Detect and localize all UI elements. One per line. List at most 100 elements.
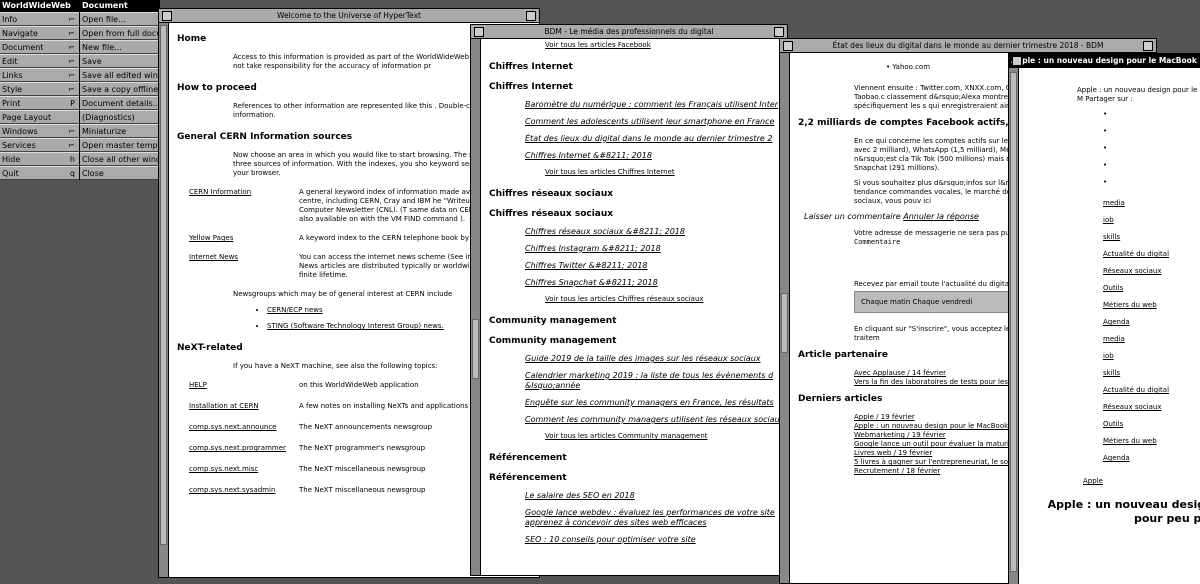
menu-item-new-file-[interactable]: New file...: [80, 40, 159, 54]
next-link[interactable]: comp.sys.next.sysadmin: [189, 486, 299, 495]
menu-item-label: Print: [2, 99, 21, 108]
worldwideweb-menu: WorldWideWeb Info ⌐ Navigate ⌐ Document ⌐ Edit…: [0, 0, 80, 180]
category-link[interactable]: iob: [1103, 348, 1200, 365]
category-link[interactable]: iob: [1103, 212, 1200, 229]
menu-item-windows[interactable]: Windows ⌐: [0, 124, 79, 138]
category-link[interactable]: skills: [1103, 229, 1200, 246]
scrollbar[interactable]: [1009, 68, 1019, 584]
menu-item-save-all-edited-windo[interactable]: Save all edited windo: [80, 68, 159, 82]
newsgroup-link[interactable]: STING (Software Technology Interest Grou…: [267, 322, 444, 330]
article-link[interactable]: État des lieux du digital dans le monde …: [525, 134, 783, 144]
menu-item-open-from-full-docum[interactable]: Open from full docum: [80, 26, 159, 40]
category-link[interactable]: Réseaux sociaux: [1103, 399, 1200, 416]
scroll-thumb[interactable]: [472, 319, 479, 379]
menu-item-page-layout[interactable]: Page Layout: [0, 110, 79, 124]
next-link[interactable]: comp.sys.next.programmer: [189, 444, 299, 453]
window-titlebar[interactable]: BDM - Le média des professionnels du dig…: [471, 25, 787, 39]
article-link[interactable]: Guide 2019 de la taille des images sur l…: [525, 354, 783, 364]
category-link[interactable]: skills: [1103, 365, 1200, 382]
article-link[interactable]: Chiffres Instagram &#8211; 2018: [525, 244, 783, 254]
scroll-thumb[interactable]: [1010, 72, 1017, 572]
scroll-thumb[interactable]: [160, 25, 167, 545]
miniaturize-button[interactable]: [474, 27, 484, 37]
menu-item-miniaturize[interactable]: Miniaturize: [80, 124, 159, 138]
see-all-link[interactable]: Voir tous les articles Chiffres réseaux …: [545, 295, 783, 304]
menu-item-navigate[interactable]: Navigate ⌐: [0, 26, 79, 40]
window-title: Apple : un nouveau design pour le MacBoo…: [1011, 56, 1200, 65]
close-button[interactable]: [774, 27, 784, 37]
source-link[interactable]: Internet News: [189, 253, 299, 280]
window-titlebar[interactable]: État des lieux du digital dans le monde …: [780, 39, 1156, 53]
menu-item--diagnostics-[interactable]: (Diagnostics): [80, 110, 159, 124]
menu-item-close-all-other-windo[interactable]: Close all other windo: [80, 152, 159, 166]
category-link[interactable]: Réseaux sociaux: [1103, 263, 1200, 280]
next-link[interactable]: comp.sys.next.announce: [189, 423, 299, 432]
article-link[interactable]: Baromètre du numérique : comment les Fra…: [525, 100, 783, 110]
close-button[interactable]: [526, 11, 536, 21]
menu-item-save[interactable]: Save: [80, 54, 159, 68]
category-link[interactable]: media: [1103, 195, 1200, 212]
article-link[interactable]: Calendrier marketing 2019 : la liste de …: [525, 371, 783, 391]
next-link[interactable]: Installation at CERN: [189, 402, 299, 411]
menu-item-print[interactable]: Print P: [0, 96, 79, 110]
window-titlebar[interactable]: Welcome to the Universe of HyperText: [159, 9, 539, 23]
miniaturize-button[interactable]: [783, 41, 793, 51]
article-link[interactable]: Chiffres réseaux sociaux &#8211; 2018: [525, 227, 783, 237]
menu-shortcut: ⌐: [68, 127, 75, 136]
menu-item-open-master-template[interactable]: Open master template: [80, 138, 159, 152]
article-link[interactable]: Chiffres Snapchat &#8211; 2018: [525, 278, 783, 288]
menu-item-quit[interactable]: Quit q: [0, 166, 79, 180]
category-link[interactable]: Métiers du web: [1103, 433, 1200, 450]
menu-item-document-details-[interactable]: Document details...: [80, 96, 159, 110]
category-link[interactable]: Actualité du digital: [1103, 246, 1200, 263]
article-link[interactable]: Comment les community managers utilisent…: [525, 415, 783, 425]
apple-link[interactable]: Apple: [1083, 477, 1200, 486]
menu-item-label: Style: [2, 85, 23, 94]
miniaturize-button[interactable]: [1012, 56, 1022, 66]
link-all-facebook[interactable]: Voir tous les articles Facebook: [545, 41, 783, 50]
source-link[interactable]: Yellow Pages: [189, 234, 299, 243]
menu-item-info[interactable]: Info ⌐: [0, 12, 79, 26]
menu-item-services[interactable]: Services ⌐: [0, 138, 79, 152]
scrollbar[interactable]: [780, 53, 790, 583]
menu-item-links[interactable]: Links ⌐: [0, 68, 79, 82]
menu-item-edit[interactable]: Edit ⌐: [0, 54, 79, 68]
close-button[interactable]: [1143, 41, 1153, 51]
category-link[interactable]: Actualité du digital: [1103, 382, 1200, 399]
cancel-reply-link[interactable]: Annuler la réponse: [903, 212, 979, 221]
article-link[interactable]: Chiffres Twitter &#8211; 2018: [525, 261, 783, 271]
article-link[interactable]: Google lance webdev : évaluez les perfor…: [525, 508, 783, 528]
bullet-dot: •: [1103, 127, 1108, 135]
article-link[interactable]: Le salaire des SEO en 2018: [525, 491, 783, 501]
category-link[interactable]: Outils: [1103, 416, 1200, 433]
menu-item-close[interactable]: Close: [80, 166, 159, 180]
category-link[interactable]: Agenda: [1103, 450, 1200, 467]
next-link[interactable]: HELP: [189, 381, 299, 390]
menu-item-save-a-copy-offline[interactable]: Save a copy offline: [80, 82, 159, 96]
scrollbar[interactable]: [471, 39, 481, 575]
category-link[interactable]: Métiers du web: [1103, 297, 1200, 314]
window-titlebar[interactable]: Apple : un nouveau design pour le MacBoo…: [1009, 54, 1200, 68]
source-link[interactable]: CERN Information: [189, 188, 299, 224]
window-title: Welcome to the Universe of HyperText: [277, 11, 421, 20]
menu-item-open-file-[interactable]: Open file...: [80, 12, 159, 26]
scroll-thumb[interactable]: [781, 293, 788, 353]
article-link[interactable]: Chiffres Internet &#8211; 2018: [525, 151, 783, 161]
apple-article-title: Apple : un nouveau design pour peu plu: [1047, 498, 1200, 525]
article-link[interactable]: Comment les adolescents utilisent leur s…: [525, 117, 783, 127]
menu-item-hide[interactable]: Hide h: [0, 152, 79, 166]
see-all-link[interactable]: Voir tous les articles Community managem…: [545, 432, 783, 441]
miniaturize-button[interactable]: [162, 11, 172, 21]
article-link[interactable]: SEO : 10 conseils pour optimiser votre s…: [525, 535, 783, 545]
next-link[interactable]: comp.sys.next.misc: [189, 465, 299, 474]
category-link[interactable]: Outils: [1103, 280, 1200, 297]
menu-item-document[interactable]: Document ⌐: [0, 40, 79, 54]
see-all-link[interactable]: Voir tous les articles Chiffres Internet: [545, 168, 783, 177]
category-link[interactable]: Agenda: [1103, 314, 1200, 331]
leave-comment: Laisser un commentaire: [804, 212, 901, 221]
menu-item-style[interactable]: Style ⌐: [0, 82, 79, 96]
category-link[interactable]: media: [1103, 331, 1200, 348]
newsgroup-link[interactable]: CERN/ECP news: [267, 306, 323, 314]
scrollbar[interactable]: [159, 23, 169, 577]
article-link[interactable]: Enquête sur les community managers en Fr…: [525, 398, 783, 408]
